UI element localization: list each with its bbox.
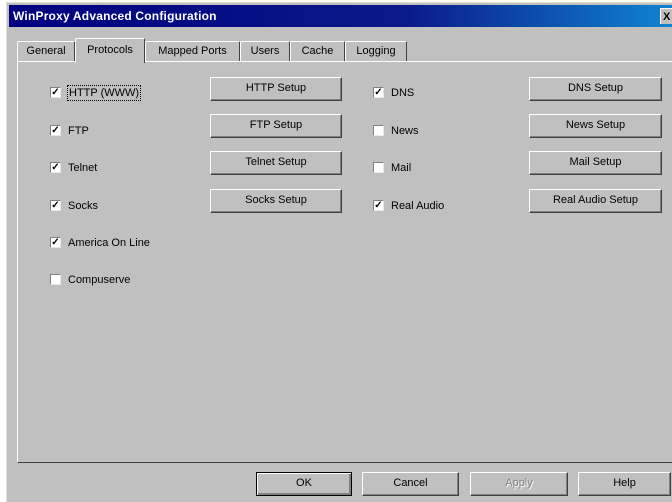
window-title: WinProxy Advanced Configuration bbox=[13, 9, 217, 23]
real-audio-setup-button[interactable]: Real Audio Setup bbox=[529, 189, 662, 213]
checkbox-mail-box[interactable] bbox=[373, 162, 384, 173]
apply-button[interactable]: Apply bbox=[470, 472, 568, 496]
telnet-setup-button[interactable]: Telnet Setup bbox=[210, 151, 342, 175]
news-setup-button[interactable]: News Setup bbox=[529, 114, 662, 138]
checkbox-socks-label: Socks bbox=[68, 200, 98, 212]
checkbox-ftp-label: FTP bbox=[68, 125, 89, 137]
cancel-button[interactable]: Cancel bbox=[362, 472, 459, 496]
checkbox-aol-box[interactable]: ✓ bbox=[50, 237, 61, 248]
checkbox-mail-label: Mail bbox=[391, 162, 412, 174]
checkbox-aol-label: America On Line bbox=[68, 237, 150, 249]
checkbox-socks-box[interactable]: ✓ bbox=[50, 200, 61, 211]
tab-cache[interactable]: Cache bbox=[290, 41, 345, 61]
tab-users[interactable]: Users bbox=[240, 41, 290, 61]
tab-mapped-ports[interactable]: Mapped Ports bbox=[145, 41, 240, 61]
protocols-panel: ✓ HTTP (WWW) ✓ FTP ✓ Telnet ✓ Socks ✓ Am… bbox=[17, 61, 672, 463]
tab-logging[interactable]: Logging bbox=[345, 41, 407, 61]
checkbox-compuserve-box[interactable] bbox=[50, 274, 61, 285]
checkbox-real-audio-box[interactable]: ✓ bbox=[373, 200, 384, 211]
checkbox-real-audio-label: Real Audio bbox=[391, 200, 445, 212]
http-setup-button[interactable]: HTTP Setup bbox=[210, 77, 342, 101]
config-window: WinProxy Advanced Configuration X Genera… bbox=[6, 2, 672, 502]
help-button[interactable]: Help bbox=[578, 472, 671, 496]
checkbox-news-label: News bbox=[391, 125, 419, 137]
mail-setup-button[interactable]: Mail Setup bbox=[529, 151, 662, 175]
checkbox-compuserve-label: Compuserve bbox=[68, 274, 131, 286]
ok-button[interactable]: OK bbox=[256, 472, 352, 496]
tab-general[interactable]: General bbox=[17, 41, 75, 61]
dns-setup-button[interactable]: DNS Setup bbox=[529, 77, 662, 101]
checkbox-http-box[interactable]: ✓ bbox=[50, 87, 61, 98]
checkbox-http-label: HTTP (WWW) bbox=[66, 85, 142, 101]
title-bar[interactable]: WinProxy Advanced Configuration X bbox=[9, 5, 672, 27]
ftp-setup-button[interactable]: FTP Setup bbox=[210, 114, 342, 138]
checkbox-news-box[interactable] bbox=[373, 125, 384, 136]
checkbox-dns-box[interactable]: ✓ bbox=[373, 87, 384, 98]
socks-setup-button[interactable]: Socks Setup bbox=[210, 189, 342, 213]
tab-protocols[interactable]: Protocols bbox=[75, 38, 145, 63]
close-button[interactable]: X bbox=[660, 8, 672, 24]
checkbox-telnet-box[interactable]: ✓ bbox=[50, 162, 61, 173]
checkbox-telnet-label: Telnet bbox=[68, 162, 98, 174]
checkbox-ftp-box[interactable]: ✓ bbox=[50, 125, 61, 136]
checkbox-dns-label: DNS bbox=[391, 87, 415, 99]
